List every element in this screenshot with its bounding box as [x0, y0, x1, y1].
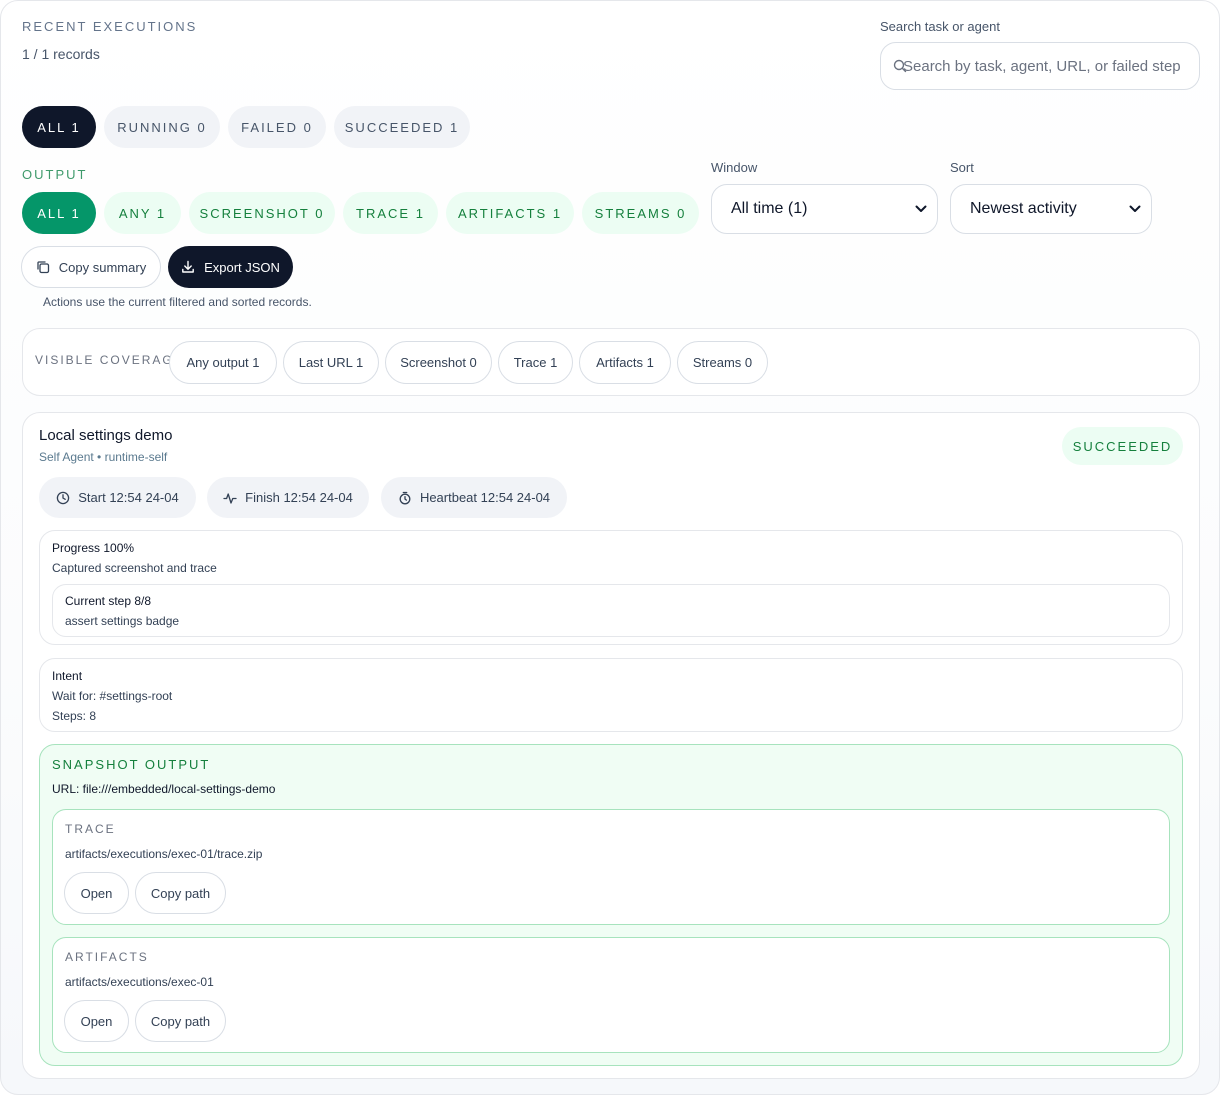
chevron-down-icon	[915, 205, 927, 212]
window-value: All time (1)	[731, 200, 808, 217]
finish-time-label: Finish 12:54 24-04	[245, 490, 353, 505]
output-filter-any[interactable]: ANY 1	[104, 192, 181, 234]
copy-summary-label: Copy summary	[58, 259, 147, 275]
start-time: Start 12:54 24-04	[39, 477, 196, 518]
current-step-detail: assert settings badge	[65, 614, 180, 628]
status-badge: SUCCEEDED	[1062, 427, 1183, 465]
filter-running[interactable]: RUNNING 0	[104, 106, 220, 148]
snapshot-label: SNAPSHOT OUTPUT	[52, 757, 211, 772]
trace-open-button[interactable]: Open	[64, 872, 129, 914]
search-input[interactable]	[903, 57, 1183, 75]
filter-all[interactable]: ALL 1	[22, 106, 96, 148]
progress-detail: Captured screenshot and trace	[52, 561, 217, 575]
coverage-artifacts: Artifacts 1	[579, 341, 671, 384]
chevron-down-icon	[1129, 205, 1141, 212]
coverage-label: VISIBLE COVERAGE	[35, 353, 184, 367]
window-select[interactable]: All time (1)	[711, 184, 938, 234]
trace-copy-path-button[interactable]: Copy path	[135, 872, 226, 914]
output-filter-artifacts[interactable]: ARTIFACTS 1	[446, 192, 574, 234]
trace-label: TRACE	[65, 822, 116, 836]
artifacts-card: ARTIFACTS artifacts/executions/exec-01 O…	[52, 937, 1170, 1053]
coverage-any-output: Any output 1	[169, 341, 277, 384]
snapshot-url: URL: file:///embedded/local-settings-dem…	[52, 782, 276, 796]
finish-time: Finish 12:54 24-04	[207, 477, 369, 518]
records-count: 1 / 1 records	[22, 46, 100, 62]
search-label: Search task or agent	[880, 19, 1000, 34]
heartbeat-time-label: Heartbeat 12:54 24-04	[419, 490, 551, 505]
current-step-box: Current step 8/8 assert settings badge	[52, 584, 1170, 637]
execution-card[interactable]: Local settings demo Self Agent • runtime…	[22, 412, 1200, 1079]
intent-title: Intent	[52, 669, 83, 683]
start-time-label: Start 12:54 24-04	[78, 490, 179, 505]
filter-failed[interactable]: FAILED 0	[228, 106, 326, 148]
search-field[interactable]	[880, 42, 1200, 90]
copy-icon	[37, 261, 49, 274]
sort-label: Sort	[950, 160, 974, 175]
current-step-title: Current step 8/8	[65, 594, 152, 608]
trace-card: TRACE artifacts/executions/exec-01/trace…	[52, 809, 1170, 925]
clock-icon	[57, 491, 70, 504]
trace-path: artifacts/executions/exec-01/trace.zip	[65, 847, 263, 861]
timer-icon	[399, 491, 411, 504]
artifacts-open-button[interactable]: Open	[64, 1000, 129, 1042]
execution-title: Local settings demo	[39, 427, 173, 444]
execution-subtitle: Self Agent • runtime-self	[39, 450, 168, 464]
snapshot-output: SNAPSHOT OUTPUT URL: file:///embedded/lo…	[39, 744, 1183, 1066]
artifacts-copy-path-button[interactable]: Copy path	[135, 1000, 226, 1042]
copy-summary-button[interactable]: Copy summary	[21, 246, 161, 288]
output-label: OUTPUT	[22, 167, 88, 182]
executions-panel: RECENT EXECUTIONS 1 / 1 records Search t…	[0, 0, 1220, 1095]
visible-coverage: VISIBLE COVERAGE Any output 1 Last URL 1…	[22, 328, 1200, 396]
artifacts-label: ARTIFACTS	[65, 950, 149, 964]
coverage-last-url: Last URL 1	[283, 341, 379, 384]
activity-icon	[223, 492, 237, 504]
export-json-label: Export JSON	[204, 259, 280, 275]
output-filter-screenshot[interactable]: SCREENSHOT 0	[189, 192, 335, 234]
progress-title: Progress 100%	[52, 541, 135, 555]
output-filter-all[interactable]: ALL 1	[22, 192, 96, 234]
intent-box: Intent Wait for: #settings-root Steps: 8	[39, 658, 1183, 732]
coverage-trace: Trace 1	[498, 341, 573, 384]
artifacts-path: artifacts/executions/exec-01	[65, 975, 214, 989]
sort-select[interactable]: Newest activity	[950, 184, 1152, 234]
sort-value: Newest activity	[970, 200, 1077, 217]
filter-succeeded[interactable]: SUCCEEDED 1	[334, 106, 470, 148]
download-icon	[182, 260, 194, 273]
page-title: RECENT EXECUTIONS	[22, 19, 198, 34]
progress-box: Progress 100% Captured screenshot and tr…	[39, 530, 1183, 645]
output-filter-trace[interactable]: TRACE 1	[343, 192, 438, 234]
output-filter-streams[interactable]: STREAMS 0	[582, 192, 699, 234]
intent-wait: Wait for: #settings-root	[52, 689, 173, 703]
coverage-screenshot: Screenshot 0	[385, 341, 492, 384]
export-json-button[interactable]: Export JSON	[168, 246, 293, 288]
intent-steps: Steps: 8	[52, 709, 97, 723]
actions-hint: Actions use the current filtered and sor…	[43, 295, 312, 309]
coverage-streams: Streams 0	[677, 341, 768, 384]
heartbeat-time: Heartbeat 12:54 24-04	[381, 477, 567, 518]
window-label: Window	[711, 160, 758, 175]
